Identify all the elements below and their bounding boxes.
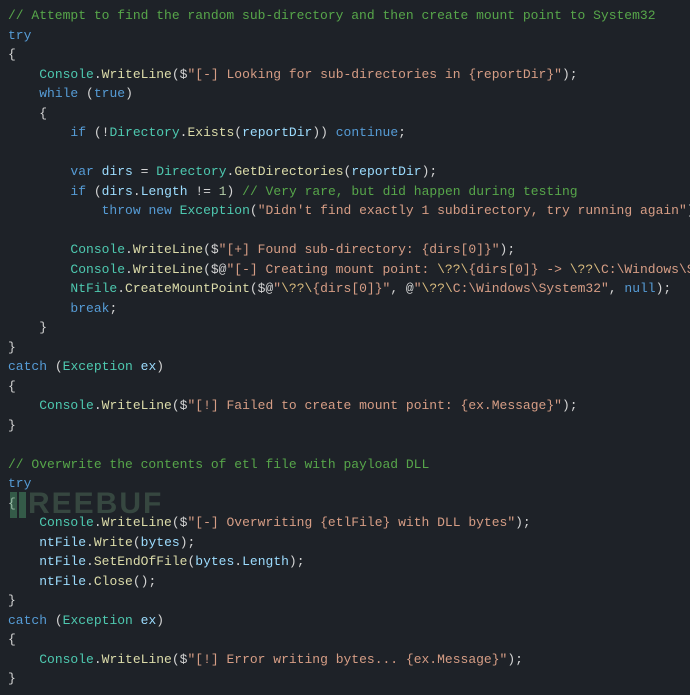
code-line: {	[39, 106, 47, 121]
code-token: \??\	[570, 262, 601, 277]
code-token: NtFile	[70, 281, 117, 296]
code-token: throw	[102, 203, 141, 218]
code-token: SetEndOfFile	[94, 554, 188, 569]
code-token: Console	[70, 242, 125, 257]
code-token: ex	[141, 359, 157, 374]
code-token: "[+] Found sub-directory: {dirs[0]}"	[219, 242, 500, 257]
code-line: }	[39, 320, 47, 335]
code-token: if	[70, 125, 86, 140]
code-token: bytes	[141, 535, 180, 550]
code-token: CreateMountPoint	[125, 281, 250, 296]
code-token: dirs	[102, 184, 133, 199]
code-token: Directory	[109, 125, 179, 140]
code-token: "[-] Creating mount point:	[226, 262, 437, 277]
code-line: // Overwrite the contents of etl file wi…	[8, 457, 429, 472]
code-token: {dirs[0]} ->	[468, 262, 569, 277]
code-token: "[!] Error writing bytes... {ex.Message}…	[187, 652, 507, 667]
code-token: new	[148, 203, 171, 218]
code-token: Write	[94, 535, 133, 550]
code-token: 1	[219, 184, 227, 199]
code-token: WriteLine	[102, 67, 172, 82]
code-token: Console	[39, 67, 94, 82]
code-token: Exception	[180, 203, 250, 218]
code-token: ex	[141, 613, 157, 628]
code-token: Console	[39, 515, 94, 530]
code-token: catch	[8, 359, 47, 374]
code-token: \??\	[437, 262, 468, 277]
code-token: Exists	[187, 125, 234, 140]
code-token: catch	[8, 613, 47, 628]
code-token: Directory	[156, 164, 226, 179]
code-token: break	[70, 301, 109, 316]
code-token: Exception	[63, 359, 133, 374]
code-line: }	[8, 593, 16, 608]
code-token: true	[94, 86, 125, 101]
code-line: }	[8, 340, 16, 355]
code-token: \??\	[281, 281, 312, 296]
code-token: Exception	[63, 613, 133, 628]
code-token: ntFile	[39, 535, 86, 550]
code-token: \??\	[422, 281, 453, 296]
code-token: continue	[336, 125, 398, 140]
code-token: // Very rare, but did happen during test…	[242, 184, 577, 199]
code-token: ntFile	[39, 554, 86, 569]
code-token: Length	[242, 554, 289, 569]
code-line: {	[8, 379, 16, 394]
code-line: try	[8, 476, 31, 491]
code-line: {	[8, 496, 16, 511]
code-token: "	[273, 281, 281, 296]
code-token: "	[414, 281, 422, 296]
code-token: C:\Windows\System32"	[601, 262, 690, 277]
code-token: Close	[94, 574, 133, 589]
code-token: bytes	[195, 554, 234, 569]
code-line: }	[8, 671, 16, 686]
code-token: WriteLine	[102, 515, 172, 530]
code-token: "[-] Overwriting {etlFile} with DLL byte…	[187, 515, 515, 530]
code-token: reportDir	[351, 164, 421, 179]
code-token: while	[39, 86, 78, 101]
code-token: "Didn't find exactly 1 subdirectory, try…	[258, 203, 687, 218]
code-token: Length	[141, 184, 188, 199]
code-token: WriteLine	[102, 398, 172, 413]
code-line: try	[8, 28, 31, 43]
code-line: {	[8, 632, 16, 647]
code-token: WriteLine	[102, 652, 172, 667]
code-token: WriteLine	[133, 262, 203, 277]
code-token: reportDir	[242, 125, 312, 140]
code-token: Console	[39, 652, 94, 667]
code-token: if	[70, 184, 86, 199]
code-token: "[-] Looking for sub-directories in {rep…	[187, 67, 561, 82]
code-token: ntFile	[39, 574, 86, 589]
code-token: "[!] Failed to create mount point: {ex.M…	[187, 398, 561, 413]
code-line: // Attempt to find the random sub-direct…	[8, 8, 656, 23]
code-token: Console	[70, 262, 125, 277]
code-line: }	[8, 418, 16, 433]
code-token: GetDirectories	[234, 164, 343, 179]
code-token: C:\Windows\System32"	[453, 281, 609, 296]
code-token: WriteLine	[133, 242, 203, 257]
code-line: {	[8, 47, 16, 62]
code-token: null	[624, 281, 655, 296]
code-token: Console	[39, 398, 94, 413]
code-block: // Attempt to find the random sub-direct…	[0, 0, 690, 695]
code-token: dirs	[102, 164, 133, 179]
code-token: var	[70, 164, 93, 179]
code-token: {dirs[0]}"	[312, 281, 390, 296]
